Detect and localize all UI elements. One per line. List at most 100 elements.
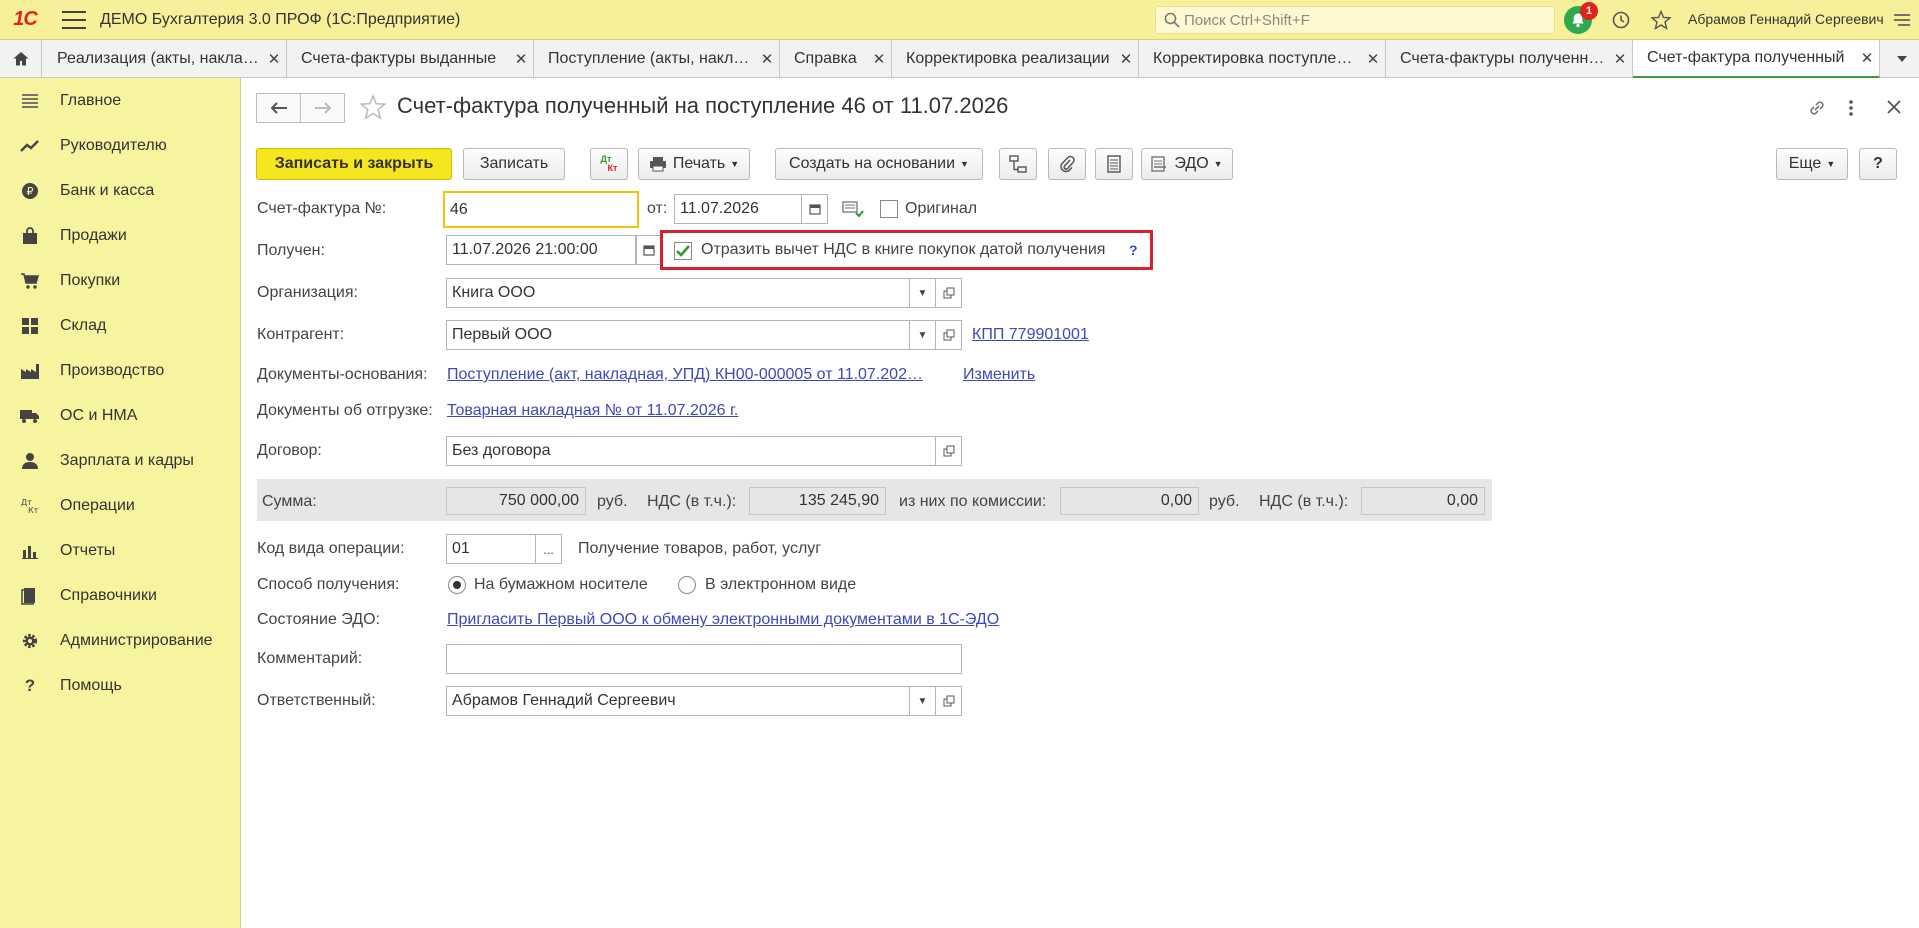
notifications-count-badge: 1 — [1580, 2, 1598, 20]
counterparty-field[interactable]: Первый ООО — [446, 320, 910, 350]
base-documents-label: Документы-основания: — [257, 366, 428, 383]
open-counterparty-icon[interactable] — [936, 320, 962, 350]
sidebar-item-help[interactable]: ? Помощь — [0, 668, 241, 704]
operation-code-field[interactable]: 01 — [446, 534, 536, 564]
close-icon[interactable]: ✕ — [509, 50, 533, 68]
home-tab-icon[interactable] — [0, 40, 42, 78]
create-based-on-button[interactable]: Создать на основании ▼ — [775, 148, 983, 180]
calendar-icon[interactable] — [802, 194, 828, 224]
contract-field[interactable]: Без договора — [446, 436, 936, 466]
open-responsible-icon[interactable] — [936, 686, 962, 716]
shipping-document-link[interactable]: Товарная накладная № от 11.07.2026 г. — [447, 402, 738, 420]
more-actions-icon[interactable] — [1848, 98, 1854, 122]
ruble-coin-icon: ₽ — [0, 182, 60, 200]
main-menu-icon[interactable] — [62, 10, 86, 29]
from-date-field[interactable]: 11.07.2026 — [674, 194, 802, 224]
attachments-button[interactable] — [1048, 148, 1086, 180]
bag-icon — [0, 227, 60, 245]
sidebar-item-reports[interactable]: Отчеты — [0, 533, 241, 569]
organization-field[interactable]: Книга ООО — [446, 278, 910, 308]
sidebar-item-operations[interactable]: Дт Кт Операции — [0, 488, 241, 524]
contract-label: Договор: — [257, 442, 322, 459]
dropdown-arrow-icon[interactable]: ▼ — [910, 320, 936, 350]
receipt-paper-radio[interactable] — [448, 576, 466, 594]
tabs-dropdown-icon[interactable] — [1884, 40, 1919, 78]
help-button[interactable]: ? — [1859, 148, 1897, 180]
books-icon — [0, 587, 60, 605]
sidebar-item-production[interactable]: Производство — [0, 353, 241, 389]
edo-status-icon[interactable] — [842, 200, 864, 222]
dropdown-arrow-icon[interactable]: ▼ — [910, 278, 936, 308]
save-and-close-button[interactable]: Записать и закрыть — [256, 148, 452, 180]
warehouse-icon — [0, 317, 60, 335]
close-icon[interactable]: ✕ — [262, 50, 286, 68]
tab-reference[interactable]: Справка ✕ — [780, 40, 892, 78]
sidebar-item-administration[interactable]: Администрирование — [0, 623, 241, 659]
open-contract-icon[interactable] — [936, 436, 962, 466]
link-icon[interactable] — [1807, 98, 1827, 122]
favorites-star-icon[interactable] — [1649, 8, 1673, 32]
close-icon[interactable]: ✕ — [1608, 50, 1632, 68]
dropdown-arrow-icon[interactable]: ▼ — [910, 686, 936, 716]
history-icon[interactable] — [1609, 8, 1633, 32]
close-icon[interactable]: ✕ — [867, 50, 891, 68]
change-base-documents-link[interactable]: Изменить — [963, 366, 1035, 384]
trend-icon — [0, 139, 60, 153]
operation-code-description: Получение товаров, работ, услуг — [578, 540, 822, 557]
search-input[interactable]: Поиск Ctrl+Shift+F — [1155, 6, 1555, 34]
tab-received-invoice-active[interactable]: Счет-фактура полученный ✕ — [1633, 40, 1880, 78]
sidebar-item-directories[interactable]: Справочники — [0, 578, 241, 614]
tab-realization[interactable]: Реализация (акты, накладные, УПД)✕ — [43, 40, 287, 78]
invoice-number-field[interactable]: 46 — [443, 191, 639, 228]
menu-lines-icon — [0, 93, 60, 109]
sidebar-item-purchases[interactable]: Покупки — [0, 263, 241, 299]
tab-issued-invoices[interactable]: Счета-фактуры выданные ✕ — [287, 40, 534, 78]
kpp-link[interactable]: КПП 779901001 — [972, 326, 1089, 344]
calendar-icon[interactable] — [636, 235, 662, 265]
sidebar-item-fixed-assets[interactable]: ОС и НМА — [0, 398, 241, 434]
operation-code-select-button[interactable]: ... — [536, 534, 562, 564]
tab-receipt[interactable]: Поступление (акты, накладные, УПД)✕ — [534, 40, 780, 78]
close-icon[interactable]: ✕ — [1361, 50, 1385, 68]
save-button[interactable]: Записать — [463, 148, 565, 180]
tab-realization-correction[interactable]: Корректировка реализации ✕ — [892, 40, 1139, 78]
journal-icon — [1107, 155, 1121, 173]
sidebar-item-salary[interactable]: Зарплата и кадры — [0, 443, 241, 479]
back-arrow-icon[interactable] — [256, 93, 301, 123]
sidebar-item-warehouse[interactable]: Склад — [0, 308, 241, 344]
dt-kt-postings-button[interactable]: Дт Кт — [590, 148, 628, 180]
close-form-icon[interactable] — [1885, 98, 1903, 120]
sidebar-item-main[interactable]: Главное — [0, 83, 241, 119]
base-document-link[interactable]: Поступление (акт, накладная, УПД) КН00-0… — [447, 366, 923, 384]
responsible-field[interactable]: Абрамов Геннадий Сергеевич — [446, 686, 910, 716]
edo-icon — [1151, 156, 1167, 172]
edo-invite-link[interactable]: Пригласить Первый ООО к обмену электронн… — [447, 611, 999, 629]
forward-arrow-icon[interactable] — [300, 93, 345, 123]
favorite-star-icon[interactable] — [359, 93, 387, 124]
settings-menu-icon[interactable] — [1890, 8, 1914, 32]
app-logo: 1С — [13, 8, 38, 30]
vat-deduction-help-icon[interactable]: ? — [1129, 242, 1138, 258]
close-icon[interactable]: ✕ — [1855, 49, 1879, 67]
structure-tree-button[interactable] — [999, 148, 1037, 180]
current-user-name[interactable]: Абрамов Геннадий Сергеевич — [1688, 11, 1884, 27]
sidebar-item-management[interactable]: Руководителю — [0, 128, 241, 164]
open-organization-icon[interactable] — [936, 278, 962, 308]
vat-deduction-checkbox[interactable] — [674, 242, 692, 260]
print-button[interactable]: Печать ▼ — [638, 148, 750, 180]
receipt-electronic-radio[interactable] — [678, 576, 696, 594]
sidebar-item-sales[interactable]: Продажи — [0, 218, 241, 254]
comment-field[interactable] — [446, 644, 962, 674]
journal-button[interactable] — [1095, 148, 1133, 180]
close-icon[interactable]: ✕ — [755, 50, 779, 68]
tab-received-invoices[interactable]: Счета-фактуры полученные ✕ — [1386, 40, 1633, 78]
sidebar-item-bank[interactable]: ₽ Банк и касса — [0, 173, 241, 209]
sum-label: Сумма: — [262, 493, 317, 510]
edo-button[interactable]: ЭДО ▼ — [1141, 148, 1233, 180]
more-button[interactable]: Еще ▼ — [1776, 148, 1848, 180]
checkmark-icon — [676, 245, 690, 257]
received-datetime-field[interactable]: 11.07.2026 21:00:00 — [446, 235, 636, 265]
original-checkbox[interactable] — [880, 200, 898, 218]
tab-receipt-correction[interactable]: Корректировка поступления ✕ — [1139, 40, 1386, 78]
close-icon[interactable]: ✕ — [1114, 50, 1138, 68]
